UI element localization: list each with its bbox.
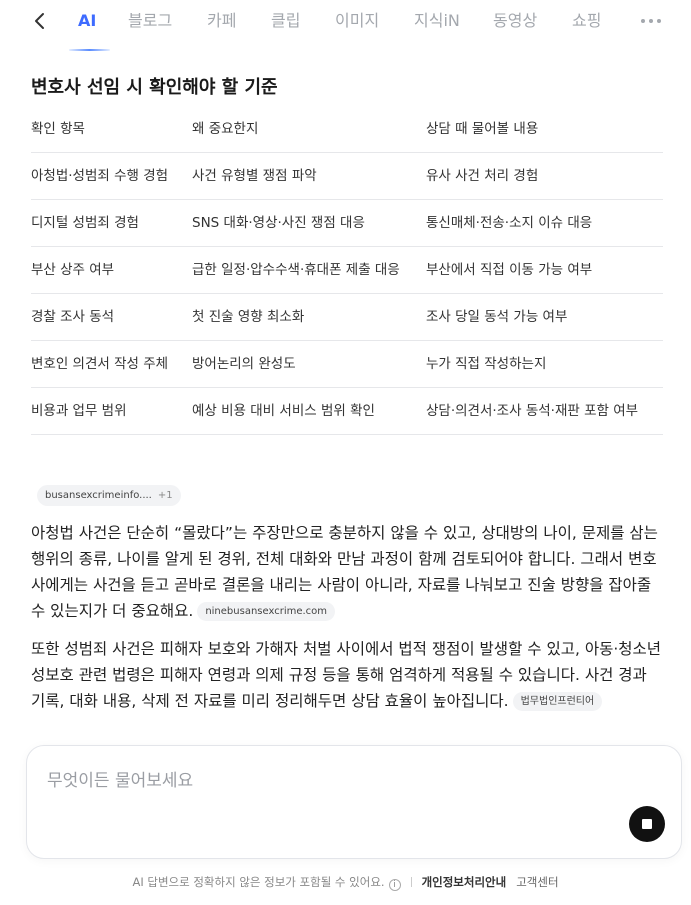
table-row: 디지털 성범죄 경험 SNS 대화·영상·사진 쟁점 대응 통신매체·전송·소지… bbox=[31, 199, 663, 247]
table-header: 확인 항목 bbox=[31, 106, 192, 153]
table-cell: 방어논리의 완성도 bbox=[192, 340, 426, 388]
question-input-box bbox=[26, 745, 682, 859]
tab-kin[interactable]: 지식iN bbox=[414, 10, 460, 32]
table-cell: 경찰 조사 동석 bbox=[31, 293, 192, 341]
source-chip[interactable]: busansexcrimeinfo.... +1 bbox=[37, 485, 181, 506]
paragraph-text: 아청법 사건은 단순히 “몰랐다”는 주장만으로 충분하지 않을 수 있고, 상… bbox=[31, 524, 658, 620]
table-cell: 부산에서 직접 이동 가능 여부 bbox=[426, 246, 663, 294]
privacy-link[interactable]: 개인정보처리안내 bbox=[422, 875, 507, 889]
table-cell: 조사 당일 동석 가능 여부 bbox=[426, 293, 663, 341]
table-cell: SNS 대화·영상·사진 쟁점 대응 bbox=[192, 199, 426, 247]
answer-paragraph: 아청법 사건은 단순히 “몰랐다”는 주장만으로 충분하지 않을 수 있고, 상… bbox=[31, 520, 663, 624]
active-tab-indicator bbox=[69, 49, 110, 51]
table-cell: 첫 진술 영향 최소화 bbox=[192, 293, 426, 341]
section-title: 변호사 선임 시 확인해야 할 기준 bbox=[31, 77, 278, 98]
info-icon[interactable]: i bbox=[388, 879, 401, 891]
footer-divider bbox=[410, 877, 412, 887]
stop-button[interactable] bbox=[629, 806, 665, 842]
table-cell: 디지털 성범죄 경험 bbox=[31, 199, 192, 247]
table-cell: 누가 직접 작성하는지 bbox=[426, 340, 663, 388]
source-chip[interactable]: ninebusansexcrime.com bbox=[197, 602, 336, 621]
tab-video[interactable]: 동영상 bbox=[493, 10, 537, 32]
footer: AI 답변으로 정확하지 않은 정보가 포함될 수 있어요. i 개인정보처리안내 고… bbox=[0, 874, 691, 891]
table-cell: 급한 일정·압수수색·휴대폰 제출 대응 bbox=[192, 246, 426, 294]
table-cell: 상담·의견서·조사 동석·재판 포함 여부 bbox=[426, 387, 663, 435]
stop-icon bbox=[642, 819, 652, 829]
table-header: 상담 때 물어볼 내용 bbox=[426, 106, 663, 153]
table-cell: 부산 상주 여부 bbox=[31, 246, 192, 294]
table-row: 변호인 의견서 작성 주체 방어논리의 완성도 누가 직접 작성하는지 bbox=[31, 340, 663, 388]
source-chip-label: busansexcrimeinfo.... bbox=[45, 490, 152, 501]
tab-ai[interactable]: AI bbox=[78, 10, 96, 32]
table-cell: 사건 유형별 쟁점 파악 bbox=[192, 152, 426, 200]
table-row: 비용과 업무 범위 예상 비용 대비 서비스 범위 확인 상담·의견서·조사 동… bbox=[31, 387, 663, 435]
question-input[interactable] bbox=[47, 766, 607, 826]
more-dots-icon[interactable] bbox=[640, 10, 662, 32]
table-cell: 예상 비용 대비 서비스 범위 확인 bbox=[192, 387, 426, 435]
table-row: 부산 상주 여부 급한 일정·압수수색·휴대폰 제출 대응 부산에서 직접 이동… bbox=[31, 246, 663, 294]
answer-paragraph: 또한 성범죄 사건은 피해자 보호와 가해자 처벌 사이에서 법적 쟁점이 발생… bbox=[31, 636, 663, 714]
table-header: 왜 중요한지 bbox=[192, 106, 426, 153]
top-nav: AI 블로그 카페 클립 이미지 지식iN 동영상 쇼핑 bbox=[0, 0, 691, 52]
table-cell: 유사 사건 처리 경험 bbox=[426, 152, 663, 200]
back-arrow-icon[interactable] bbox=[30, 10, 50, 32]
table-row: 아청법·성범죄 수행 경험 사건 유형별 쟁점 파악 유사 사건 처리 경험 bbox=[31, 152, 663, 200]
criteria-table: 확인 항목 왜 중요한지 상담 때 물어볼 내용 아청법·성범죄 수행 경험 사… bbox=[31, 106, 663, 435]
tab-clip[interactable]: 클립 bbox=[271, 10, 300, 32]
table-cell: 변호인 의견서 작성 주체 bbox=[31, 340, 192, 388]
table-header-row: 확인 항목 왜 중요한지 상담 때 물어볼 내용 bbox=[31, 106, 663, 153]
table-cell: 비용과 업무 범위 bbox=[31, 387, 192, 435]
table-row: 경찰 조사 동석 첫 진술 영향 최소화 조사 당일 동석 가능 여부 bbox=[31, 293, 663, 341]
tab-shopping[interactable]: 쇼핑 bbox=[572, 10, 601, 32]
source-chip-count: +1 bbox=[157, 490, 173, 501]
tab-image[interactable]: 이미지 bbox=[335, 10, 379, 32]
table-cell: 아청법·성범죄 수행 경험 bbox=[31, 152, 192, 200]
table-cell: 통신매체·전송·소지 이슈 대응 bbox=[426, 199, 663, 247]
tab-cafe[interactable]: 카페 bbox=[207, 10, 236, 32]
source-chip[interactable]: 법무법인프런티어 bbox=[512, 692, 603, 711]
help-center-link[interactable]: 고객센터 bbox=[516, 875, 558, 889]
disclaimer-text: AI 답변으로 정확하지 않은 정보가 포함될 수 있어요. bbox=[132, 875, 385, 889]
tab-blog[interactable]: 블로그 bbox=[128, 10, 172, 32]
